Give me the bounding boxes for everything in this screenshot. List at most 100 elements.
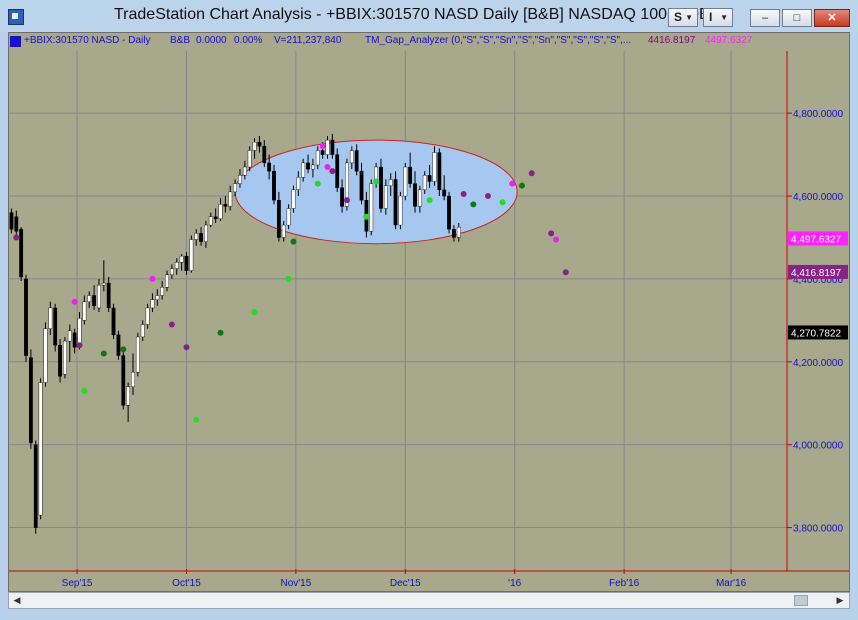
candle-body bbox=[228, 191, 233, 207]
candle-body bbox=[320, 150, 325, 155]
signal-dot bbox=[168, 321, 175, 328]
x-tick-label: Dec'15 bbox=[390, 578, 421, 589]
signal-dot bbox=[426, 197, 433, 204]
x-tick-label: Nov'15 bbox=[280, 578, 311, 589]
candle-body bbox=[67, 330, 72, 342]
signal-dot bbox=[285, 275, 292, 282]
candle-body bbox=[296, 177, 301, 191]
candle-body bbox=[432, 152, 437, 182]
chart-window[interactable]: 4,800.0000 4,600.0000 4,400.0000 4,200.0000… bbox=[8, 32, 850, 592]
status-indicator-value-1: 4416.8197 bbox=[648, 35, 696, 46]
candle-body bbox=[9, 212, 14, 230]
signal-dot bbox=[183, 344, 190, 351]
scroll-left-icon[interactable]: ◀ bbox=[10, 594, 24, 607]
signal-dot bbox=[193, 416, 200, 423]
status-value-2: 0.00% bbox=[234, 35, 263, 46]
symbol-link-label: S bbox=[674, 10, 683, 24]
interval-link-button[interactable]: I ▼ bbox=[703, 8, 733, 27]
status-bb: B&B bbox=[170, 35, 191, 46]
candle-body bbox=[315, 150, 320, 166]
candle-body bbox=[233, 183, 238, 193]
y-tick-label: 4,000.0000 bbox=[793, 441, 843, 452]
signal-dot bbox=[251, 309, 258, 316]
symbol-link-button[interactable]: S ▼ bbox=[668, 8, 698, 27]
status-indicator: TM_Gap_Analyzer (0,"S","S","Sn","S","Sn"… bbox=[365, 35, 632, 46]
candle-body bbox=[97, 284, 101, 309]
maximize-icon: □ bbox=[793, 12, 801, 24]
signal-dot bbox=[76, 342, 83, 349]
candle-body bbox=[48, 307, 53, 329]
signal-dot bbox=[528, 170, 535, 177]
candle-body bbox=[452, 228, 456, 238]
candle-body bbox=[58, 345, 62, 377]
candle-body bbox=[213, 216, 218, 220]
candle-body bbox=[92, 295, 96, 307]
x-tick-label: Feb'16 bbox=[609, 578, 640, 589]
candle-body bbox=[116, 334, 121, 356]
status-volume: V=211,237,840 bbox=[274, 35, 342, 46]
candle-body bbox=[311, 164, 315, 170]
window-title: TradeStation Chart Analysis - +BBIX:3015… bbox=[114, 6, 710, 23]
signal-dot bbox=[363, 213, 370, 220]
status-indicator-value-2: 4497.6327 bbox=[705, 35, 753, 46]
candle-body bbox=[325, 139, 330, 155]
signal-dot bbox=[319, 143, 326, 150]
scroll-right-icon[interactable]: ▶ bbox=[833, 594, 847, 607]
candle-body bbox=[106, 282, 111, 309]
status-value-1: 0.0000 bbox=[196, 35, 227, 46]
candle-body bbox=[388, 179, 393, 186]
candle-body bbox=[359, 170, 364, 201]
candle-body bbox=[14, 216, 19, 232]
signal-dot bbox=[562, 269, 569, 276]
candle-body bbox=[349, 150, 354, 164]
candle-body bbox=[87, 295, 92, 302]
chevron-down-icon: ▼ bbox=[685, 13, 693, 22]
candle-body bbox=[174, 262, 179, 269]
candle-body bbox=[247, 150, 252, 168]
candle-body bbox=[218, 204, 223, 220]
minimize-button[interactable]: – bbox=[750, 9, 780, 27]
close-button[interactable]: ✕ bbox=[814, 9, 850, 27]
candle-body bbox=[199, 233, 203, 242]
interval-link-label: I bbox=[709, 10, 713, 24]
scroll-thumb[interactable] bbox=[794, 595, 808, 606]
candle-body bbox=[398, 195, 403, 226]
horizontal-scrollbar[interactable]: ◀ ▶ bbox=[8, 592, 850, 609]
candle-body bbox=[427, 175, 432, 182]
symbol-color-icon bbox=[10, 36, 21, 47]
candle-body bbox=[63, 340, 67, 375]
candle-body bbox=[165, 274, 169, 288]
x-tick-label: Sep'15 bbox=[62, 578, 93, 589]
candle-body bbox=[257, 141, 262, 147]
candle-body bbox=[242, 166, 247, 176]
price-tag-label: 4,497.6327 bbox=[791, 234, 841, 245]
signal-dot bbox=[329, 168, 336, 175]
candle-body bbox=[437, 152, 442, 191]
candle-body bbox=[262, 146, 267, 164]
tradestation-icon bbox=[8, 9, 24, 25]
signal-dot bbox=[484, 193, 491, 200]
candle-body bbox=[101, 282, 106, 286]
candle-body bbox=[53, 307, 58, 346]
signal-dot bbox=[548, 230, 555, 237]
candle-body bbox=[189, 239, 194, 271]
price-chart[interactable]: 4,800.00004,600.00004,400.00004,200.0000… bbox=[9, 33, 849, 591]
candle-body bbox=[131, 371, 135, 387]
candle-body bbox=[126, 386, 131, 406]
signal-dot bbox=[149, 275, 156, 282]
maximize-button[interactable]: □ bbox=[782, 9, 812, 27]
candle-body bbox=[77, 318, 82, 346]
signal-dot bbox=[81, 387, 88, 394]
signal-dot bbox=[71, 298, 78, 305]
candle-body bbox=[456, 226, 461, 238]
candle-body bbox=[422, 175, 427, 191]
candle-body bbox=[403, 166, 408, 197]
y-tick-label: 4,200.0000 bbox=[793, 358, 843, 369]
candle-body bbox=[252, 141, 257, 151]
signal-dot bbox=[460, 190, 467, 197]
x-tick-label: '16 bbox=[508, 578, 521, 589]
candle-body bbox=[135, 336, 140, 373]
signal-dot bbox=[499, 199, 506, 206]
signal-dot bbox=[509, 180, 516, 187]
candle-body bbox=[267, 162, 272, 172]
